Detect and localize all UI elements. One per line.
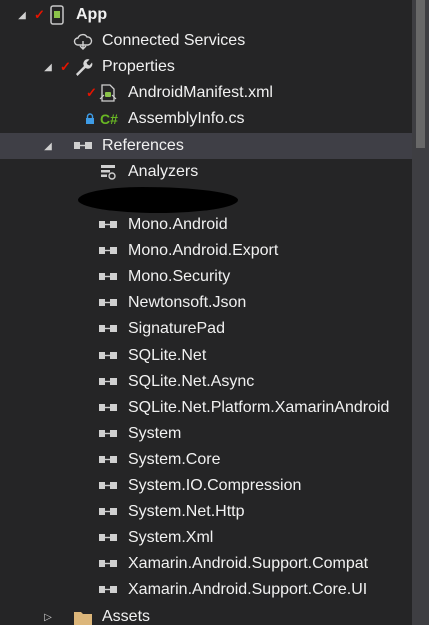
pending-check-icon: ✓ (60, 59, 71, 74)
reference-icon (97, 345, 119, 367)
reference-item-label: Xamarin.Android.Support.Compat (128, 555, 369, 572)
reference-item[interactable]: SQLite.Net (0, 343, 412, 369)
reference-item[interactable]: SignaturePad (0, 316, 412, 342)
folder-icon (72, 606, 94, 625)
reference-icon (97, 501, 119, 523)
reference-item-label: Mono.Android (128, 216, 228, 233)
reference-icon (97, 527, 119, 549)
assets-label: Assets (102, 608, 151, 625)
tree-item-analyzers[interactable]: Analyzers (0, 159, 412, 185)
lock-icon (84, 108, 96, 130)
assembly-info-label: AssemblyInfo.cs (128, 110, 245, 127)
references-label: References (102, 137, 184, 154)
reference-item[interactable]: System (0, 421, 412, 447)
reference-icon (97, 423, 119, 445)
reference-item[interactable]: Mono.Android (0, 212, 412, 238)
android-manifest-label: AndroidManifest.xml (128, 84, 273, 101)
pending-check-icon: ✓ (86, 85, 97, 100)
reference-item-label: System.Xml (128, 529, 214, 546)
reference-item-label: Mono.Android.Export (128, 242, 279, 259)
reference-item-label: Newtonsoft.Json (128, 294, 247, 311)
reference-item[interactable]: Mono.Android.Export (0, 238, 412, 264)
solution-explorer-tree: ◢ ✓ App Connected Services ◢ ✓ Propertie… (0, 0, 429, 625)
reference-item-label: SQLite.Net (128, 347, 207, 364)
reference-icon (97, 371, 119, 393)
reference-icon (97, 318, 119, 340)
tree-item-project[interactable]: ◢ ✓ App (0, 2, 412, 28)
cloud-icon (72, 30, 94, 52)
reference-item-label: System.IO.Compression (128, 477, 302, 494)
reference-item[interactable]: Xamarin.Android.Support.Core.UI (0, 577, 412, 603)
project-label: App (76, 6, 108, 23)
reference-item[interactable]: System.Core (0, 447, 412, 473)
reference-item-label: SQLite.Net.Async (128, 373, 255, 390)
reference-icon (97, 397, 119, 419)
tree-item-android-manifest[interactable]: ✓ AndroidManifest.xml (0, 80, 412, 106)
vertical-scrollbar[interactable] (412, 0, 429, 625)
reference-item[interactable]: Newtonsoft.Json (0, 290, 412, 316)
analyzer-icon (97, 161, 119, 183)
reference-icon (97, 266, 119, 288)
reference-icon (72, 135, 94, 157)
reference-item[interactable]: SQLite.Net.Async (0, 369, 412, 395)
collapse-arrow-icon[interactable]: ◢ (16, 9, 28, 21)
android-phone-icon (46, 4, 68, 26)
reference-item[interactable]: Xamarin.Android.Support.Compat (0, 551, 412, 577)
reference-item-label: System.Core (128, 451, 221, 468)
reference-item[interactable]: Mono.Security (0, 264, 412, 290)
reference-item-label: System (128, 425, 182, 442)
android-manifest-icon (97, 82, 119, 104)
reference-icon (97, 214, 119, 236)
collapse-arrow-icon[interactable]: ◢ (42, 140, 54, 152)
reference-item-label: Mono.Security (128, 268, 231, 285)
tree-item-properties[interactable]: ◢ ✓ Properties (0, 54, 412, 80)
reference-icon (97, 449, 119, 471)
reference-icon (97, 475, 119, 497)
reference-item-label: SQLite.Net.Platform.XamarinAndroid (128, 399, 390, 416)
reference-item[interactable]: SQLite.Net.Platform.XamarinAndroid (0, 395, 412, 421)
reference-item[interactable]: System.Xml (0, 525, 412, 551)
tree-item-assets[interactable]: ▷ Assets (0, 604, 412, 625)
pending-check-icon: ✓ (34, 7, 45, 22)
reference-item[interactable]: System.IO.Compression (0, 473, 412, 499)
reference-item-label: System.Net.Http (128, 503, 245, 520)
analyzers-label: Analyzers (128, 163, 199, 180)
csharp-file-icon: C# (100, 111, 118, 127)
reference-item-label: SignaturePad (128, 320, 225, 337)
reference-icon (97, 553, 119, 575)
reference-item[interactable]: System.Net.Http (0, 499, 412, 525)
expand-arrow-icon[interactable]: ▷ (42, 611, 54, 623)
collapse-arrow-icon[interactable]: ◢ (42, 61, 54, 73)
connected-services-label: Connected Services (102, 32, 246, 49)
reference-icon (97, 292, 119, 314)
reference-icon (97, 240, 119, 262)
tree-item-assembly-info[interactable]: C# AssemblyInfo.cs (0, 106, 412, 132)
properties-label: Properties (102, 58, 175, 75)
wrench-icon (72, 56, 94, 78)
scrollbar-thumb[interactable] (416, 0, 425, 148)
tree-item-references[interactable]: ◢ References (0, 133, 412, 159)
redacted-reference (78, 187, 238, 213)
tree-item-connected-services[interactable]: Connected Services (0, 28, 412, 54)
reference-icon (97, 579, 119, 601)
reference-item-label: Xamarin.Android.Support.Core.UI (128, 581, 368, 598)
